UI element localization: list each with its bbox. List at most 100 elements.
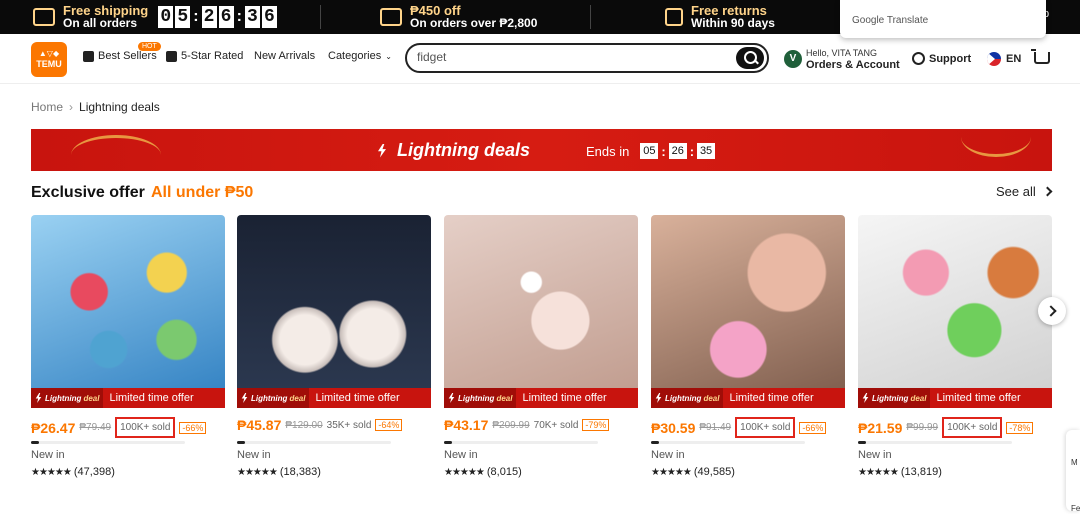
product-card[interactable]: Lightning deal Limited time offer ₱30.59… [651,215,845,511]
lightning-deal-strip: Lightning deal Limited time offer [237,388,431,408]
product-rating: ★★★★★ (47,398) [31,466,115,478]
star-rating-icon: ★★★★★ [858,467,899,478]
search-input[interactable] [417,50,717,64]
hot-badge: HOT [138,42,161,51]
lightning-bolt-icon [448,393,455,403]
account-greeting: Hello, VITA TANG [806,48,878,58]
nav-categories[interactable]: Categories ⌄ [328,50,392,62]
nav-five-star-rated[interactable]: 5-Star Rated [166,50,243,62]
product-price: ₱45.87 [237,417,282,433]
lightning-bolt-icon [378,143,386,158]
stock-progress-bar [237,441,391,444]
breadcrumb: Home › Lightning deals [31,100,160,114]
cart-icon[interactable] [1031,49,1050,64]
countdown-colon: : [661,143,666,159]
timer-colon: : [193,8,199,25]
stock-progress-fill [237,441,245,444]
timer-digit: 2 [201,6,217,28]
product-card[interactable]: Lightning deal Limited time offer ₱26.47… [31,215,225,511]
support-icon [912,52,925,65]
google-translate-label: Google Translate [852,15,929,26]
see-all-link[interactable]: See all [996,184,1053,199]
lightning-deals-banner: Lightning deals Ends in 05 : 26 : 35 [31,129,1052,171]
support-label: Support [929,52,972,65]
new-in-label: New in [31,449,65,461]
avatar[interactable]: V [784,50,802,68]
product-card[interactable]: Lightning deal Limited time offer ₱45.87… [237,215,431,511]
temu-logo[interactable]: ▲▽◆ TEMU [31,42,67,77]
product-card[interactable]: Lightning deal Limited time offer ₱43.17… [444,215,638,511]
stock-progress-bar [31,441,185,444]
price-row: ₱45.87 ₱129.00 35K+ sold -64% [237,417,431,433]
deal-label: deal [703,393,720,403]
discount-badge: -79% [582,419,610,431]
star-rating-icon: ★★★★★ [31,467,72,478]
discount-badge: -66% [179,421,207,434]
search-bar[interactable] [405,43,769,73]
stock-progress-fill [651,441,659,444]
product-image[interactable] [444,215,638,407]
account-menu[interactable]: Hello, VITA TANG Orders & Account [806,47,900,71]
timer-digit: 6 [218,6,234,28]
timer-colon: : [236,8,242,25]
google-translate-popup[interactable]: Google Translate [840,0,1046,38]
stock-progress-bar [651,441,805,444]
returns-promo[interactable]: Free returns Within 90 days [665,3,775,31]
discount-promo[interactable]: ₱450 off On orders over ₱2,800 [380,3,537,31]
star-rating-icon: ★★★★★ [444,467,485,478]
product-card[interactable]: Lightning deal Limited time offer ₱21.59… [858,215,1052,511]
search-icon[interactable] [736,47,764,69]
lightning-bolt-icon [241,393,248,403]
side-panel-tab[interactable]: M Fe [1066,430,1080,513]
logo-mark-icon: ▲▽◆ [38,49,60,58]
new-in-label: New in [237,449,271,461]
product-image[interactable] [31,215,225,407]
side-tab-text: Fe [1071,504,1080,513]
limited-offer-label: Limited time offer [729,392,814,404]
chevron-right-icon: › [69,100,74,114]
language-selector[interactable]: EN [987,52,1021,66]
timer-digit: 0 [158,6,174,28]
lightning-label: Lightning [665,393,702,403]
original-price: ₱209.99 [492,419,530,431]
lightning-deal-strip: Lightning deal Limited time offer [444,388,638,408]
product-image[interactable] [651,215,845,407]
countdown-seconds: 35 [697,143,716,159]
sold-count: 35K+ sold [326,419,372,431]
review-count: (47,398) [73,466,115,478]
stock-progress-fill [444,441,452,444]
original-price: ₱79.49 [79,422,112,433]
free-shipping-promo[interactable]: Free shipping On all orders 0 5 : 2 6 : … [33,3,279,31]
deal-label: deal [496,393,513,403]
breadcrumb-home[interactable]: Home [31,100,63,114]
new-in-label: New in [651,449,685,461]
review-count: (49,585) [693,466,735,478]
banner-title-text: Lightning deals [397,140,530,160]
timer-digit: 3 [244,6,260,28]
ribbon-decoration [961,129,1031,157]
promo-divider [320,5,321,29]
support-link[interactable]: Support [912,52,971,65]
nav-best-sellers[interactable]: Best Sellers [83,50,157,62]
lightning-deal-badge: Lightning deal [444,388,517,408]
price-row: ₱21.59 ₱99.99 100K+ sold -78% [858,417,1052,438]
price-row: ₱43.17 ₱209.99 70K+ sold -79% [444,417,638,433]
product-image[interactable] [858,215,1052,407]
logo-text: TEMU [36,59,62,69]
nav-label: 5-Star Rated [181,50,244,62]
returns-sub: Within 90 days [691,16,775,30]
lightning-bolt-icon [35,393,42,403]
new-in-label: New in [858,449,892,461]
breadcrumb-current: Lightning deals [79,100,160,114]
product-price: ₱43.17 [444,417,489,433]
product-image[interactable] [237,215,431,407]
product-price: ₱26.47 [31,419,76,436]
language-label: EN [1006,53,1022,65]
product-price: ₱21.59 [858,419,903,436]
philippines-flag-icon [987,52,1001,66]
carousel-next-button[interactable] [1038,297,1066,325]
countdown-hours: 05 [640,143,659,159]
thumbs-up-icon [83,50,94,62]
product-rating: ★★★★★ (8,015) [444,466,522,478]
nav-new-arrivals[interactable]: New Arrivals [254,50,315,62]
